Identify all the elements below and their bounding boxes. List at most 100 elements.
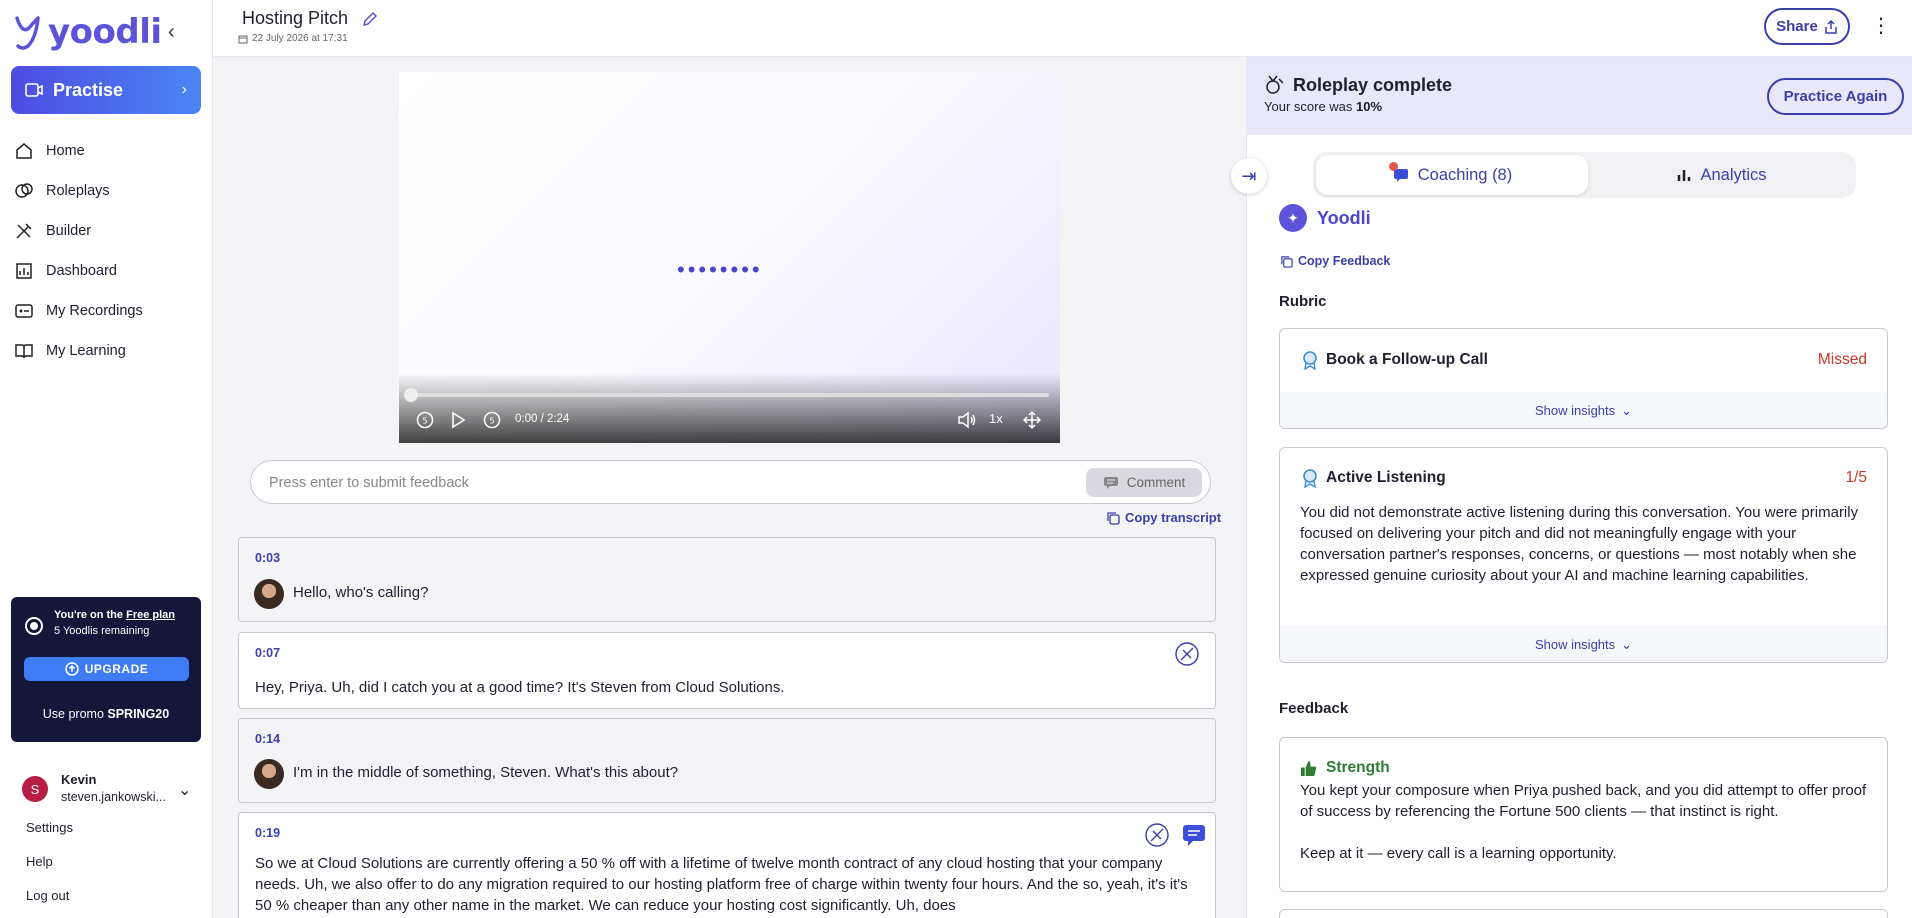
turn-timestamp[interactable]: 0:19 bbox=[255, 826, 280, 840]
rubric-body: You did not demonstrate active listening… bbox=[1300, 504, 1859, 584]
score-text: Your score was 10% bbox=[1264, 99, 1382, 114]
video-progress-handle[interactable] bbox=[404, 388, 418, 402]
show-insights-label: Show insights bbox=[1534, 403, 1616, 418]
turn-timestamp[interactable]: 0:14 bbox=[255, 732, 280, 746]
promo-code: SPRING20 bbox=[107, 707, 170, 721]
show-insights-button[interactable]: Show insights ⌄ bbox=[1280, 392, 1887, 428]
copy-icon bbox=[1281, 255, 1293, 268]
yoodli-logo-icon bbox=[15, 16, 40, 50]
copy-icon bbox=[1107, 511, 1120, 525]
rubric-card: Book a Follow-up Call Missed Show insigh… bbox=[1279, 328, 1888, 429]
turn-timestamp[interactable]: 0:03 bbox=[255, 551, 280, 565]
practise-label: Practise bbox=[53, 79, 124, 100]
score-value: 10% bbox=[1356, 99, 1383, 114]
plan-status-icon bbox=[25, 617, 43, 635]
help-link[interactable]: Help bbox=[26, 854, 53, 869]
transcript-turn[interactable]: 0:14 I'm in the middle of something, Ste… bbox=[238, 718, 1216, 803]
strength-label: Strength bbox=[1326, 759, 1390, 776]
logo[interactable]: yoodli bbox=[14, 12, 162, 52]
strength-card: Strength You kept your composure when Pr… bbox=[1279, 737, 1888, 892]
sidebar-item-builder[interactable]: Builder bbox=[14, 211, 204, 251]
playback-speed[interactable]: 1x bbox=[989, 411, 1003, 426]
transcript-turn[interactable]: 0:07 Hey, Priya. Uh, did I catch you at … bbox=[238, 632, 1216, 709]
rubric-status: Missed bbox=[1817, 351, 1867, 368]
sidebar-nav: Home Roleplays Builder Dashboard My Reco… bbox=[14, 131, 204, 371]
coaching-tip-icon[interactable] bbox=[1174, 641, 1200, 667]
chevron-right-icon: › bbox=[181, 81, 187, 98]
dashboard-icon bbox=[16, 263, 32, 279]
turn-timestamp[interactable]: 0:07 bbox=[255, 646, 280, 660]
comment-icon bbox=[1103, 476, 1118, 489]
sidebar-item-label: Dashboard bbox=[46, 263, 117, 279]
comment-label: Comment bbox=[1126, 475, 1186, 490]
comment-icon[interactable] bbox=[1181, 822, 1207, 848]
next-feedback-card bbox=[1279, 909, 1888, 918]
sidebar-item-label: My Recordings bbox=[46, 303, 143, 319]
video-controls-shade bbox=[399, 373, 1060, 443]
tab-coaching[interactable]: Coaching (8) bbox=[1316, 155, 1588, 195]
tab-coaching-label: Coaching (8) bbox=[1417, 165, 1513, 184]
practise-button[interactable]: Practise › bbox=[11, 66, 201, 114]
upgrade-button[interactable]: UPGRADE bbox=[24, 657, 189, 681]
fullscreen-icon[interactable] bbox=[1021, 409, 1043, 431]
coaching-tip-icon[interactable] bbox=[1144, 822, 1170, 848]
sidebar-item-home[interactable]: Home bbox=[14, 131, 204, 171]
avatar bbox=[254, 579, 284, 609]
user-menu[interactable]: S Kevin steven.jankowski... ⌄ bbox=[22, 772, 202, 812]
edit-title-icon[interactable] bbox=[361, 10, 379, 28]
transcript-turn[interactable]: 0:19 So we at Cloud Solutions are curren… bbox=[238, 812, 1216, 918]
sidebar-item-roleplays[interactable]: Roleplays bbox=[14, 171, 204, 211]
turn-text: Hello, who's calling? bbox=[293, 584, 429, 601]
panel-tabs: Coaching (8) Analytics bbox=[1313, 152, 1856, 198]
more-options-icon[interactable]: ⋮ bbox=[1871, 14, 1891, 38]
practise-icon bbox=[25, 83, 43, 97]
svg-text:5: 5 bbox=[422, 417, 427, 426]
logo-text: yoodli bbox=[48, 12, 162, 52]
coaching-panel: Roleplay complete Your score was 10% Pra… bbox=[1231, 57, 1912, 918]
avatar bbox=[254, 759, 284, 789]
chevron-down-icon: ⌄ bbox=[1621, 402, 1633, 418]
practice-again-button[interactable]: Practice Again bbox=[1767, 78, 1904, 115]
play-icon[interactable] bbox=[447, 409, 469, 431]
video-player[interactable]: •••••••• 5 5 0:00 / 2:24 1x bbox=[399, 72, 1060, 443]
yoodli-author: ✦ Yoodli bbox=[1279, 204, 1371, 232]
feedback-input[interactable] bbox=[269, 472, 1089, 494]
free-plan-link[interactable]: Free plan bbox=[126, 609, 175, 621]
sidebar-item-my-learning[interactable]: My Learning bbox=[14, 331, 204, 371]
plan-card: You're on the Free plan 5 Yoodlis remain… bbox=[11, 597, 201, 742]
comment-button[interactable]: Comment bbox=[1086, 468, 1202, 497]
user-email: steven.jankowski... bbox=[61, 790, 166, 804]
copy-transcript-button[interactable]: Copy transcript bbox=[1106, 510, 1221, 525]
sidebar-item-dashboard[interactable]: Dashboard bbox=[14, 251, 204, 291]
sidebar-item-my-recordings[interactable]: My Recordings bbox=[14, 291, 204, 331]
sidebar: yoodli ‹ Practise › Home Roleplays Build… bbox=[0, 0, 213, 918]
show-insights-label: Show insights bbox=[1534, 637, 1616, 652]
rubric-heading: Rubric bbox=[1279, 293, 1327, 310]
copy-feedback-button[interactable]: Copy Feedback bbox=[1280, 254, 1390, 268]
forward-5-icon[interactable]: 5 bbox=[481, 409, 503, 431]
volume-icon[interactable] bbox=[956, 409, 978, 431]
ribbon-icon bbox=[1303, 351, 1317, 370]
tab-analytics[interactable]: Analytics bbox=[1590, 155, 1853, 195]
chevron-down-icon[interactable]: ⌄ bbox=[178, 780, 191, 800]
share-label: Share bbox=[1776, 18, 1818, 35]
sparkle-icon: ✦ bbox=[1279, 204, 1307, 232]
video-progress-bar[interactable] bbox=[409, 393, 1049, 397]
logout-link[interactable]: Log out bbox=[26, 888, 69, 903]
calendar-icon bbox=[238, 35, 248, 43]
show-insights-button[interactable]: Show insights ⌄ bbox=[1280, 626, 1887, 662]
share-button[interactable]: Share bbox=[1764, 8, 1850, 45]
settings-link[interactable]: Settings bbox=[26, 820, 73, 835]
rewind-5-icon[interactable]: 5 bbox=[414, 409, 436, 431]
collapse-panel-icon[interactable]: ⇥ bbox=[1231, 158, 1267, 194]
collapse-sidebar-icon[interactable]: ‹ bbox=[168, 22, 186, 42]
thumbs-up-icon bbox=[1300, 760, 1317, 777]
avatar: S bbox=[22, 776, 48, 802]
roleplay-complete-banner: Roleplay complete Your score was 10% Pra… bbox=[1247, 57, 1912, 135]
ribbon-icon bbox=[1303, 469, 1317, 488]
transcript-turn[interactable]: 0:03 Hello, who's calling? bbox=[238, 537, 1216, 622]
rubric-status: 1/5 bbox=[1845, 469, 1867, 486]
video-time: 0:00 / 2:24 bbox=[515, 413, 570, 425]
page-title: Hosting Pitch bbox=[242, 8, 349, 28]
roleplay-complete-title: Roleplay complete bbox=[1293, 75, 1453, 95]
